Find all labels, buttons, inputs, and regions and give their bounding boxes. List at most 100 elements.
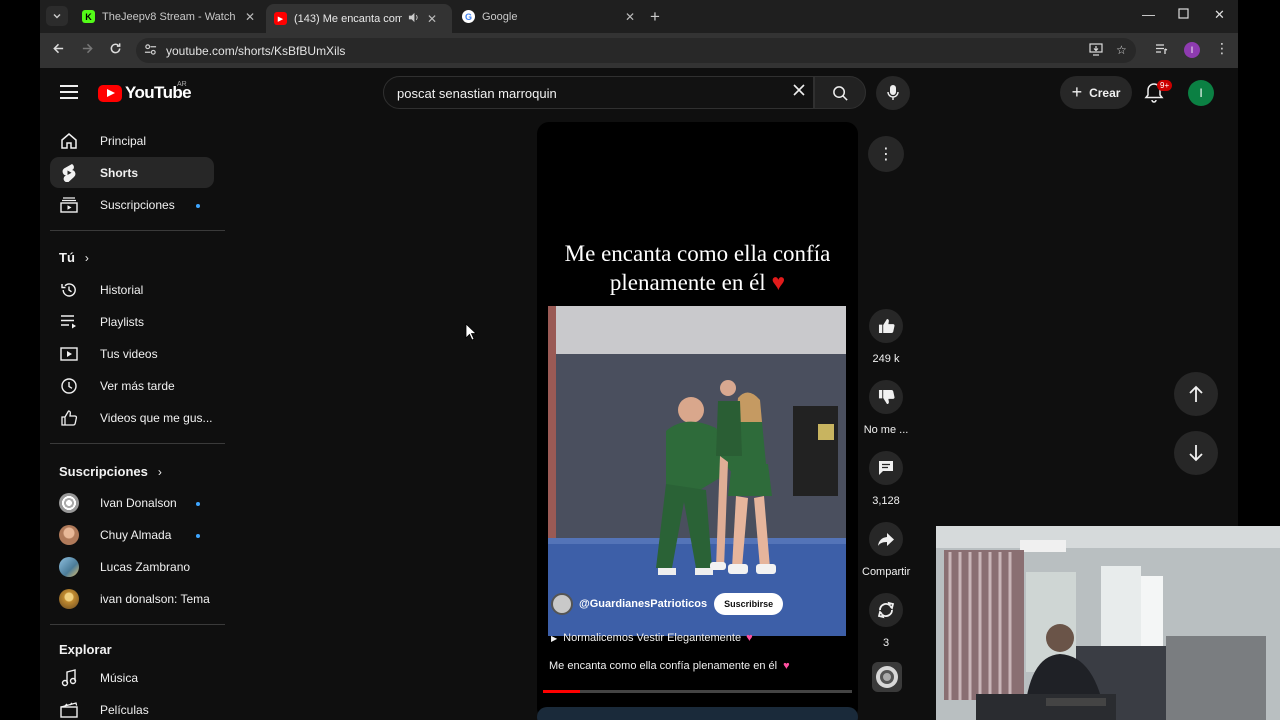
tab-google[interactable]: G Google ✕ xyxy=(454,4,643,29)
comment-count: 3,128 xyxy=(872,495,900,507)
reload-icon[interactable] xyxy=(109,42,122,58)
subscription-ivan-donalson-tema[interactable]: ivan donalson: Tema xyxy=(50,583,214,614)
sidebar-item-principal[interactable]: Principal xyxy=(50,125,214,156)
mouse-pointer-icon xyxy=(465,323,478,341)
home-icon xyxy=(59,131,79,151)
search-box[interactable]: poscat senastian marroquin xyxy=(383,76,814,109)
close-tab-icon[interactable]: ✕ xyxy=(625,10,635,24)
bookmark-star-icon[interactable]: ☆ xyxy=(1116,43,1127,57)
comment-icon[interactable] xyxy=(869,451,903,485)
tab-title: Google xyxy=(482,10,518,23)
sidebar-item-ver-mas-tarde[interactable]: Ver más tarde xyxy=(50,370,214,401)
close-tab-icon[interactable]: ✕ xyxy=(245,10,255,24)
audio-playing-icon[interactable] xyxy=(408,12,419,26)
google-icon: G xyxy=(462,10,475,23)
heading-label: Suscripciones xyxy=(59,464,148,479)
next-short-button[interactable] xyxy=(1174,431,1218,475)
sidebar-heading-suscripciones[interactable]: Suscripciones › xyxy=(59,464,162,479)
dislike-action[interactable]: No me ... xyxy=(862,380,910,436)
share-icon[interactable] xyxy=(869,522,903,556)
more-options-button[interactable]: ⋮ xyxy=(868,136,904,172)
close-window-icon[interactable]: ✕ xyxy=(1214,7,1225,23)
remix-count: 3 xyxy=(882,637,890,649)
search-icon xyxy=(833,86,848,101)
dislike-label: No me ... xyxy=(863,424,909,436)
pink-heart-icon: ♥ xyxy=(746,632,753,644)
create-label: Crear xyxy=(1089,85,1121,100)
subscription-chuy-almada[interactable]: Chuy Almada xyxy=(50,519,214,550)
subscription-lucas-zambrano[interactable]: Lucas Zambrano xyxy=(50,551,214,582)
like-action[interactable]: 249 k xyxy=(862,309,910,365)
movies-icon xyxy=(59,700,79,720)
sidebar-item-tus-videos[interactable]: Tus videos xyxy=(50,338,214,369)
sidebar-item-liked-videos[interactable]: Videos que me gus... xyxy=(50,402,214,433)
tab-title: TheJeepv8 Stream - Watch Live xyxy=(102,10,237,23)
thumbs-up-icon[interactable] xyxy=(869,309,903,343)
search-button[interactable] xyxy=(814,76,866,109)
remix-action[interactable]: 3 xyxy=(862,593,910,649)
back-icon[interactable] xyxy=(52,42,65,58)
hamburger-menu-icon[interactable] xyxy=(60,85,78,103)
account-avatar[interactable]: I xyxy=(1188,80,1214,106)
sidebar-item-peliculas[interactable]: Películas xyxy=(50,694,214,720)
channel-avatar xyxy=(59,556,79,577)
sound-source-avatar[interactable] xyxy=(872,662,902,692)
short-title-text: Me encanta como ella confía plenamente e… xyxy=(549,660,778,672)
previous-short-button[interactable] xyxy=(1174,372,1218,416)
minimize-icon[interactable]: — xyxy=(1142,7,1155,22)
subscribe-button[interactable]: Suscribirse xyxy=(714,593,784,615)
sidebar-divider xyxy=(50,230,225,231)
channel-avatar-slot xyxy=(59,524,79,545)
tab-youtube[interactable]: ▶ (143) Me encanta como ella ✕ xyxy=(266,4,452,33)
youtube-icon: ▶ xyxy=(274,12,287,25)
maximize-icon[interactable] xyxy=(1178,7,1189,22)
channel-avatar[interactable] xyxy=(551,593,573,615)
next-short-preview[interactable] xyxy=(537,707,858,720)
channel-name-link[interactable]: @GuardianesPatrioticos xyxy=(579,598,707,610)
new-tab-button[interactable]: + xyxy=(650,7,660,27)
close-tab-icon[interactable]: ✕ xyxy=(427,12,437,26)
playlist-link[interactable]: ▶ Normalicemos Vestir Elegantemente ♥ xyxy=(551,632,753,644)
short-player[interactable]: Me encanta como ella confía plenamente e… xyxy=(537,122,858,720)
address-bar[interactable]: youtube.com/shorts/KsBfBUmXils ☆ xyxy=(136,38,1136,63)
tab-search-button[interactable] xyxy=(46,6,68,26)
sidebar-item-historial[interactable]: Historial xyxy=(50,274,214,305)
video-progress-bar[interactable] xyxy=(543,690,852,693)
search-input[interactable]: poscat senastian marroquin xyxy=(397,86,557,101)
channel-avatar xyxy=(59,524,79,545)
media-controls-icon[interactable] xyxy=(1155,43,1168,58)
sidebar-item-label: Principal xyxy=(100,133,147,148)
sidebar-item-shorts[interactable]: Shorts xyxy=(50,157,214,188)
channel-avatar-slot xyxy=(59,492,79,513)
chevron-down-icon xyxy=(53,14,61,19)
remix-icon[interactable] xyxy=(869,593,903,627)
clear-search-icon[interactable] xyxy=(792,82,806,102)
channel-avatar-slot xyxy=(59,588,79,609)
youtube-masthead: YouTube AR poscat senastian marroquin + … xyxy=(40,68,1238,118)
comments-action[interactable]: 3,128 xyxy=(862,451,910,507)
sidebar-item-playlists[interactable]: Playlists xyxy=(50,306,214,337)
video-frame[interactable] xyxy=(548,306,846,636)
site-info-icon[interactable] xyxy=(142,43,158,59)
playlist-name: Normalicemos Vestir Elegantemente xyxy=(563,632,742,644)
sidebar-item-suscripciones[interactable]: Suscripciones xyxy=(50,189,214,220)
new-content-dot xyxy=(196,534,200,538)
create-button[interactable]: + Crear xyxy=(1060,76,1132,109)
forward-icon[interactable] xyxy=(81,42,94,58)
subscription-ivan-donalson[interactable]: Ivan Donalson xyxy=(50,487,214,518)
sidebar-item-label: Chuy Almada xyxy=(100,527,172,542)
share-action[interactable]: Compartir xyxy=(862,522,910,578)
channel-avatar xyxy=(59,492,79,513)
sidebar-heading-tu[interactable]: Tú › xyxy=(59,250,89,265)
tab-thejeepv8[interactable]: K TheJeepv8 Stream - Watch Live ✕ xyxy=(74,4,263,29)
sidebar-item-musica[interactable]: Música xyxy=(50,662,214,693)
short-title: Me encanta como ella confía plenamente e… xyxy=(549,660,790,672)
voice-search-button[interactable] xyxy=(876,76,910,110)
new-content-dot xyxy=(196,502,200,506)
install-app-icon[interactable] xyxy=(1089,43,1103,59)
chevron-right-icon: › xyxy=(84,250,89,265)
thumbs-down-icon[interactable] xyxy=(869,380,903,414)
browser-menu-icon[interactable]: ⋮ xyxy=(1215,40,1229,57)
sidebar-item-label: ivan donalson: Tema xyxy=(100,591,210,606)
browser-profile-avatar[interactable]: I xyxy=(1184,42,1200,58)
